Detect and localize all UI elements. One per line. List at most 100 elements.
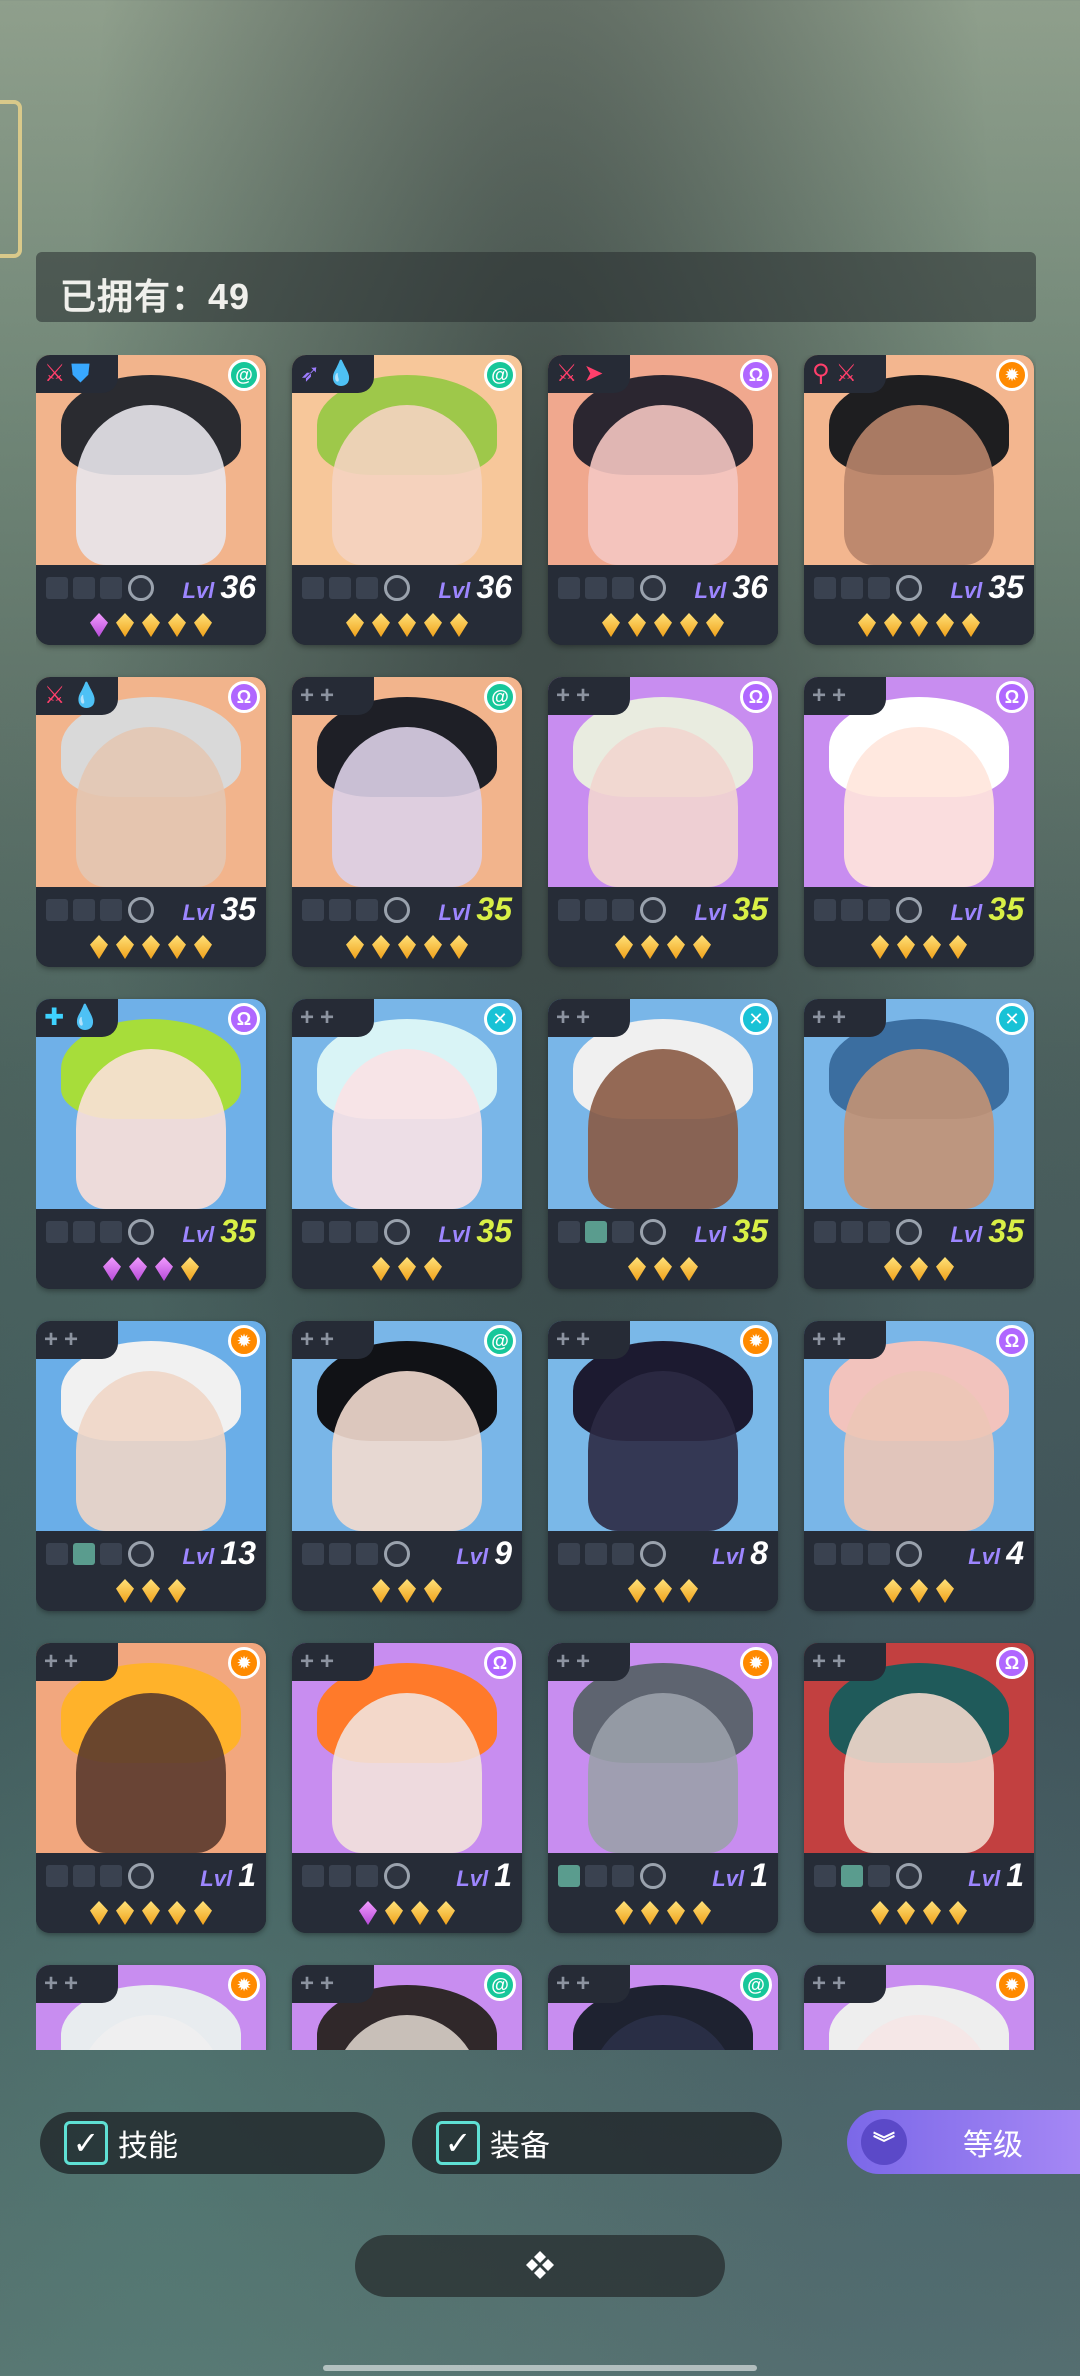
hero-portrait: ⚔ 💧 Ω [36,677,266,887]
empty-role-icon: + [556,682,571,709]
level-prefix: Lvl [438,1222,477,1247]
skill-gear-icon [128,1219,154,1245]
hero-card[interactable]: ⚔ ➤ Ω Lvl 36 [548,355,778,645]
double-chevron-down-icon: ︾ [861,2119,907,2165]
hero-info-bar: Lvl 4 [804,1531,1034,1611]
hero-card[interactable]: + + ✹ Lvl 1 [36,1643,266,1933]
skill-gear-icon [128,897,154,923]
equipment-slots [558,1221,634,1243]
role-tags: ✚ 💧 [36,999,118,1037]
empty-role-icon: + [556,1326,571,1353]
level-prefix: Lvl [712,1544,751,1569]
hero-card[interactable]: ⚔ 💧 Ω Lvl 35 [36,677,266,967]
equipment-slot [329,577,351,599]
role-tags: + + [36,1643,118,1681]
equip-checkbox[interactable]: ✓ [436,2121,480,2165]
side-drawer-tab[interactable] [0,100,22,258]
empty-role-icon: + [556,1970,571,1997]
hero-card[interactable]: + + Ω Lvl 35 [548,677,778,967]
portrait-face [76,1049,226,1209]
hero-card[interactable]: + + Ω Lvl 1 [804,1643,1034,1933]
gold-gem-icon [897,1901,915,1925]
gold-gem-icon [641,1901,659,1925]
hero-card[interactable]: + + ✕ Lvl 35 [548,999,778,1289]
hero-portrait: + + ✕ [804,999,1034,1209]
hero-card[interactable]: + + @ Lvl 35 [292,677,522,967]
hero-card[interactable]: + + @ [292,1965,522,2050]
omega-element-icon: Ω [996,1647,1028,1679]
gold-gem-icon [884,1579,902,1603]
skill-filter-toggle[interactable]: ✓ 技能 [40,2112,385,2174]
hero-level: Lvl 1 [968,1857,1024,1894]
skill-checkbox[interactable]: ✓ [64,2121,108,2165]
level-number: 1 [750,1857,768,1893]
hero-card[interactable]: ⚔ ⛊ @ Lvl 36 [36,355,266,645]
equip-filter-toggle[interactable]: ✓ 装备 [412,2112,782,2174]
hero-info-bar: Lvl 35 [804,1209,1034,1289]
hero-card[interactable]: + + ✹ [36,1965,266,2050]
sun-element-icon: ✹ [740,1325,772,1357]
skill-gear-icon [896,1219,922,1245]
expand-panel-button[interactable] [355,2235,725,2297]
equipment-slot [329,1221,351,1243]
chevrons-expand-icon [526,2251,554,2279]
role-tags: ⚔ ⛊ [36,355,118,393]
role-tags: + + [292,1321,374,1359]
empty-role-icon: + [44,1970,59,1997]
hero-card[interactable]: + + Ω Lvl 35 [804,677,1034,967]
star-gems [292,1901,522,1925]
equipment-slot [612,577,634,599]
hero-grid: ⚔ ⛊ @ Lvl 36 ➶ 💧 @ Lvl 36 ⚔ ➤ Ω Lvl 36 ⚲ ⚔ ✹ Lvl 35 ⚔ 💧 Ω L… [36,355,1036,2050]
hero-card[interactable]: + + ✹ Lvl 13 [36,1321,266,1611]
star-gems [292,935,522,959]
hero-card[interactable]: + + Ω Lvl 4 [804,1321,1034,1611]
hero-level: Lvl 35 [695,1213,769,1250]
hero-card[interactable]: + + ✕ Lvl 35 [804,999,1034,1289]
omega-element-icon: Ω [740,359,772,391]
home-indicator [323,2365,757,2371]
sort-by-level-button[interactable]: ︾ 等级 [847,2110,1080,2174]
empty-role-icon: + [64,1326,79,1353]
empty-role-icon: + [320,1004,335,1031]
level-number: 35 [732,1213,768,1249]
gold-gem-icon [628,1257,646,1281]
gold-gem-icon [693,1901,711,1925]
level-number: 35 [476,1213,512,1249]
gold-gem-icon [142,613,160,637]
hero-card[interactable]: + + @ Lvl 9 [292,1321,522,1611]
skill-gear-icon [896,575,922,601]
level-prefix: Lvl [182,900,221,925]
gold-gem-icon [680,613,698,637]
empty-role-icon: + [812,1970,827,1997]
gold-gem-icon [910,1257,928,1281]
hero-card[interactable]: + + @ [548,1965,778,2050]
equipment-slots [302,1543,378,1565]
hero-card[interactable]: ➶ 💧 @ Lvl 36 [292,355,522,645]
hero-card[interactable]: ⚲ ⚔ ✹ Lvl 35 [804,355,1034,645]
hero-card[interactable]: ✚ 💧 Ω Lvl 35 [36,999,266,1289]
gold-gem-icon [871,935,889,959]
hero-level: Lvl 36 [439,569,513,606]
equipment-slots [302,1865,378,1887]
equipment-slots [302,577,378,599]
equipment-slot [868,899,890,921]
swirl-element-icon: @ [484,681,516,713]
hero-card[interactable]: + + ✹ Lvl 8 [548,1321,778,1611]
role-tags: + + [36,1321,118,1359]
role-tags: + + [292,1643,374,1681]
gold-gem-icon [90,935,108,959]
hero-portrait: + + @ [548,1965,778,2050]
gold-gem-icon [602,613,620,637]
empty-role-icon: + [812,1326,827,1353]
equipment-slots [46,1543,122,1565]
equipment-slot [585,1543,607,1565]
hero-card[interactable]: + + ✕ Lvl 35 [292,999,522,1289]
equipment-slots [814,577,890,599]
hero-card[interactable]: + + ✹ [804,1965,1034,2050]
hero-info-bar: Lvl 1 [36,1853,266,1933]
gold-gem-icon [398,935,416,959]
hero-card[interactable]: + + Ω Lvl 1 [292,1643,522,1933]
level-number: 35 [476,891,512,927]
hero-portrait: + + Ω [804,677,1034,887]
hero-card[interactable]: + + ✹ Lvl 1 [548,1643,778,1933]
